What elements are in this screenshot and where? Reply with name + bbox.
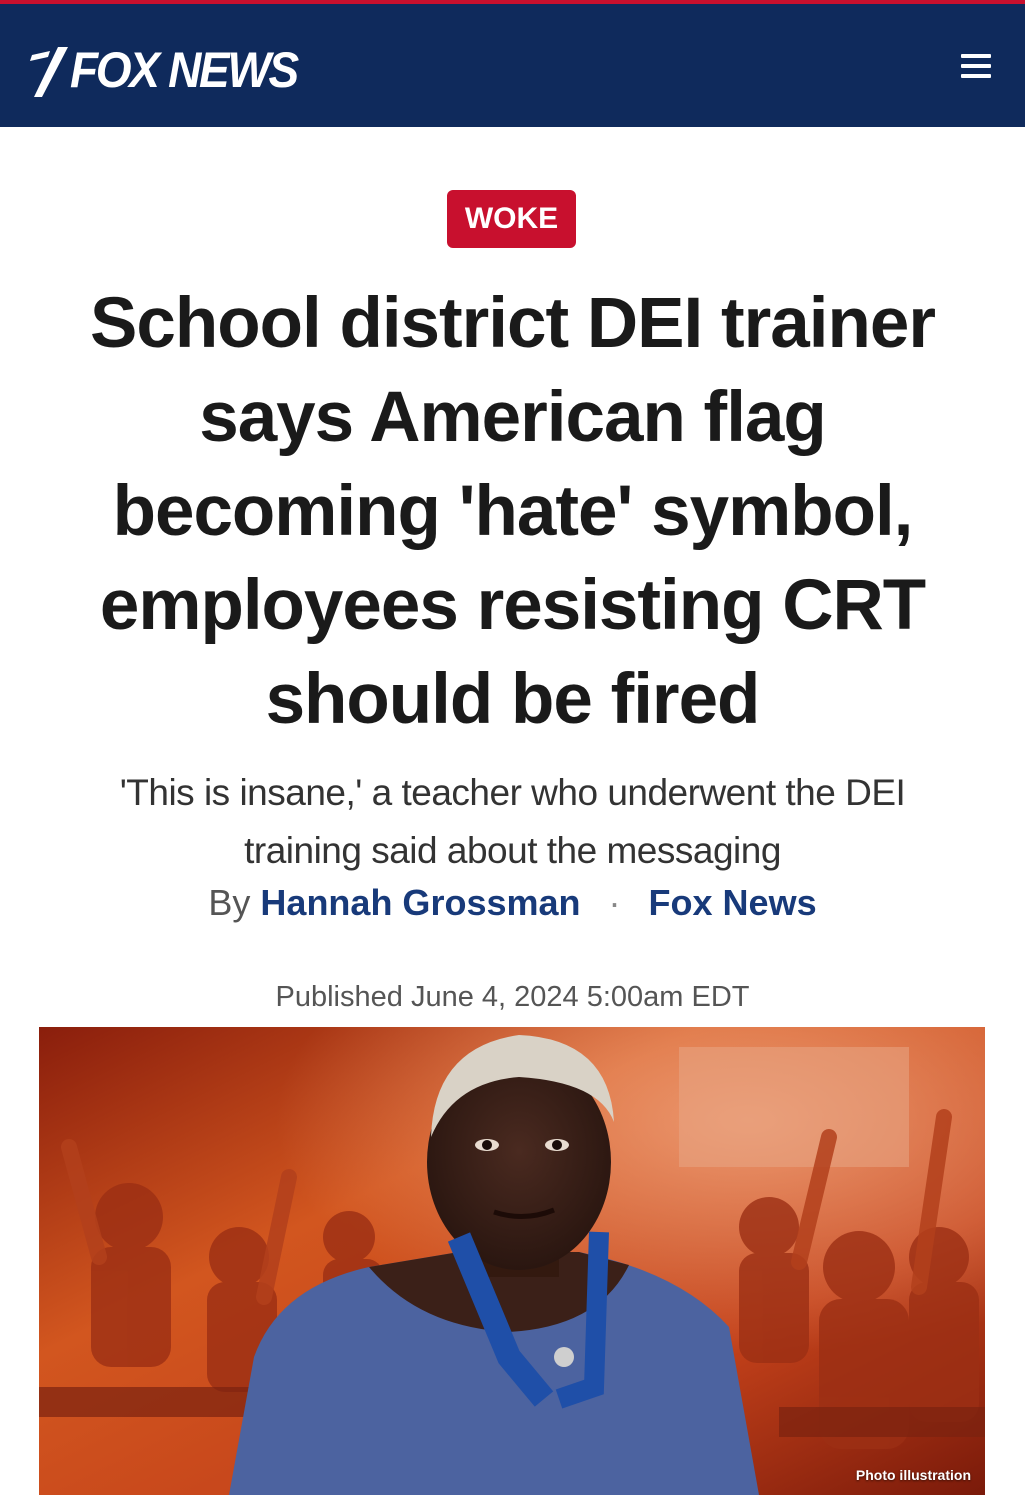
byline-separator: · [608,882,621,923]
author-link[interactable]: Hannah Grossman [260,882,580,923]
hero-illustration [39,1027,985,1495]
byline-prefix: By [208,882,251,923]
category-tag[interactable]: WOKE [447,190,576,248]
fox-news-logo[interactable]: FOX NEWS [28,40,317,100]
logo-text: FOX NEWS [70,42,299,98]
image-caption: Photo illustration [855,1467,971,1483]
site-header: FOX NEWS [0,4,1025,127]
menu-button[interactable] [961,54,991,84]
source-link[interactable]: Fox News [649,882,817,923]
hero-image[interactable]: Photo illustration [39,1027,985,1495]
hamburger-menu-icon [961,54,991,78]
fox-searchlight-icon [30,47,68,97]
article-headline: School district DEI trainer says America… [90,284,936,739]
published-timestamp: Published June 4, 2024 5:00am EDT [275,981,750,1013]
byline: By Hannah Grossman · Fox News [0,878,1025,928]
article-dek: 'This is insane,' a teacher who underwen… [119,772,906,871]
